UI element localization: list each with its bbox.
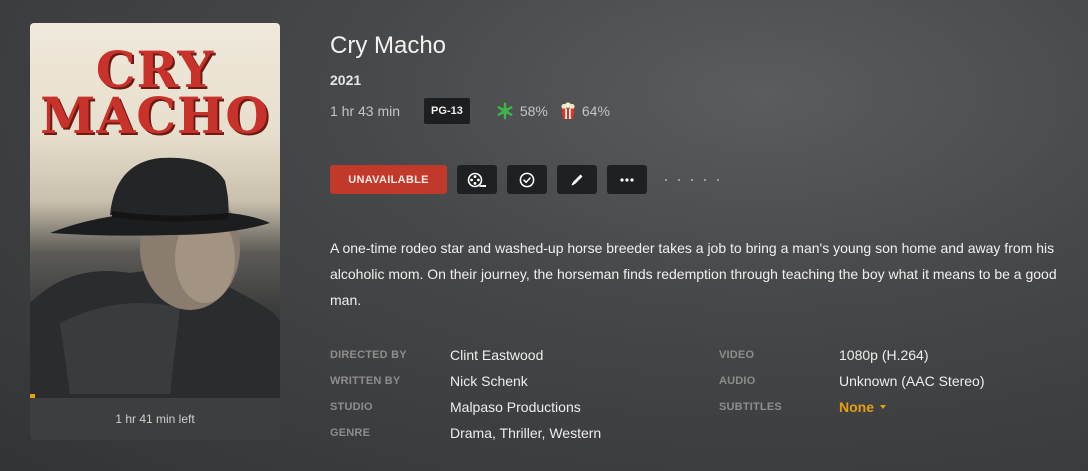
movie-title: Cry Macho	[330, 32, 447, 59]
rating-stars-placeholder[interactable]	[665, 178, 719, 181]
time-left-label: 1 hr 41 min left	[115, 412, 195, 426]
runtime: 1 hr 43 min	[330, 103, 401, 119]
studio-value[interactable]: Malpaso Productions	[450, 399, 581, 415]
subtitles-label: SUBTITLES	[719, 401, 782, 413]
video-value: 1080p (H.264)	[839, 347, 929, 363]
meta-row: 1 hr 43 min PG-13 58% 64%	[330, 97, 622, 125]
details-row-video: VIDEO 1080p (H.264)	[719, 342, 985, 368]
written-by-label: WRITTEN BY	[330, 375, 401, 387]
details-row-studio: STUDIO Malpaso Productions	[330, 394, 601, 420]
poster-card[interactable]: CRY MACHO 1 hr 41 min left	[30, 23, 280, 440]
pencil-icon	[571, 174, 583, 185]
edit-button[interactable]	[557, 165, 597, 194]
star-dot[interactable]	[678, 178, 680, 181]
poster-artwork	[30, 157, 280, 394]
popcorn-icon	[561, 102, 575, 119]
rt-rotten-splat-icon	[497, 102, 513, 120]
audience-score-value: 64%	[581, 103, 610, 119]
details-row-writer: WRITTEN BY Nick Schenk	[330, 368, 601, 394]
trailer-button[interactable]	[457, 165, 497, 194]
studio-label: STUDIO	[330, 401, 373, 413]
movie-year[interactable]: 2021	[330, 72, 361, 88]
details-row-director: DIRECTED BY Clint Eastwood	[330, 342, 601, 368]
movie-summary: A one-time rodeo star and washed-up hors…	[330, 240, 1057, 308]
details-row-audio: AUDIO Unknown (AAC Stereo)	[719, 368, 985, 394]
audio-value: Unknown (AAC Stereo)	[839, 373, 985, 389]
star-dot[interactable]	[691, 178, 693, 181]
details-row-genre: GENRE Drama, Thriller, Western	[330, 420, 601, 446]
genre-label: GENRE	[330, 427, 371, 439]
star-dot[interactable]	[717, 178, 719, 181]
more-icon	[620, 177, 634, 182]
subtitles-dropdown[interactable]: None	[839, 399, 886, 415]
video-label: VIDEO	[719, 349, 755, 361]
watch-progress-bar	[30, 394, 280, 398]
mark-watched-button[interactable]	[507, 165, 547, 194]
chevron-down-icon	[880, 405, 886, 409]
genre-value[interactable]: Drama, Thriller, Western	[450, 425, 601, 441]
details-media: VIDEO 1080p (H.264) AUDIO Unknown (AAC S…	[719, 342, 985, 420]
watch-progress-fill	[30, 394, 35, 398]
unavailable-button[interactable]: UNAVAILABLE	[330, 165, 447, 194]
poster-image[interactable]: CRY MACHO	[30, 23, 280, 394]
director-value[interactable]: Clint Eastwood	[450, 347, 543, 363]
star-dot[interactable]	[704, 178, 706, 181]
critic-score: 58%	[496, 102, 548, 120]
more-options-button[interactable]	[607, 165, 647, 194]
audience-score: 64%	[560, 102, 610, 120]
critic-score-value: 58%	[519, 103, 548, 119]
directed-by-label: DIRECTED BY	[330, 349, 407, 361]
audio-label: AUDIO	[719, 375, 756, 387]
action-bar: UNAVAILABLE	[330, 165, 719, 194]
subtitles-value: None	[839, 399, 874, 415]
star-dot[interactable]	[665, 178, 667, 181]
content-rating-badge: PG-13	[424, 98, 470, 124]
writer-value[interactable]: Nick Schenk	[450, 373, 528, 389]
check-circle-icon	[519, 172, 535, 187]
details-credits: DIRECTED BY Clint Eastwood WRITTEN BY Ni…	[330, 342, 601, 446]
details-row-subtitles: SUBTITLES None	[719, 394, 985, 420]
film-reel-icon	[467, 172, 486, 187]
